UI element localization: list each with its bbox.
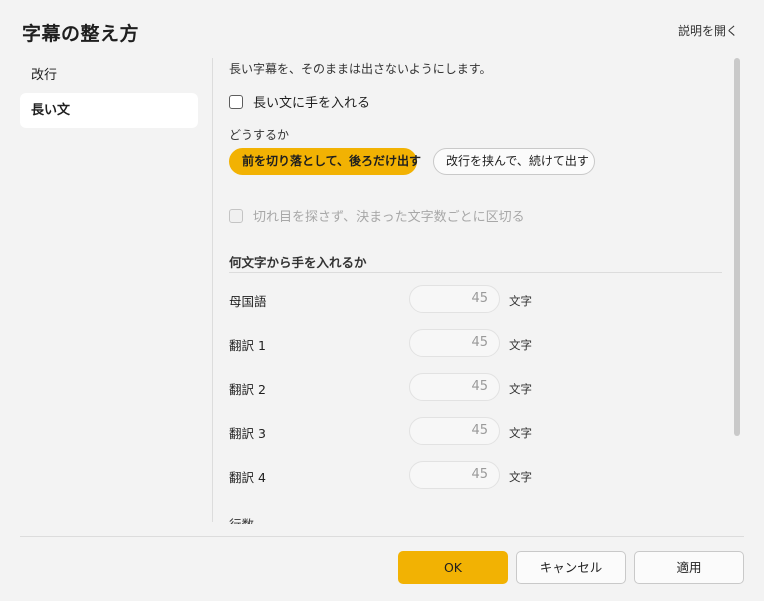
option-wrap-continue[interactable]: 改行を挟んで、続けて出す: [433, 148, 595, 175]
unit-label: 文字: [509, 470, 532, 484]
threshold-input-translation-2[interactable]: 45: [409, 373, 500, 401]
content-scrollbar[interactable]: [734, 58, 740, 436]
footer-divider: [20, 536, 744, 537]
apply-button[interactable]: 適用: [634, 551, 744, 584]
threshold-input-native[interactable]: 45: [409, 285, 500, 313]
option-trim-front[interactable]: 前を切り落として、後ろだけ出す: [229, 148, 421, 175]
unit-label: 文字: [509, 294, 532, 308]
threshold-row-label-translation-4: 翻訳 4: [229, 470, 266, 485]
method-label: どうするか: [229, 128, 290, 142]
unit-label: 文字: [509, 382, 532, 396]
sidebar-item-line-break[interactable]: 改行: [20, 58, 198, 93]
cancel-button[interactable]: キャンセル: [516, 551, 626, 584]
settings-panel: 長い字幕を、そのままは出さないようにします。 長い文に手を入れる どうするか 前…: [213, 58, 735, 524]
threshold-row-label-translation-2: 翻訳 2: [229, 382, 266, 397]
checkbox-box[interactable]: [229, 208, 243, 223]
threshold-input-translation-4[interactable]: 45: [409, 461, 500, 489]
sidebar-item-long-text[interactable]: 長い文: [20, 93, 198, 128]
unit-label: 文字: [509, 426, 532, 440]
line-count-heading: 行数: [229, 514, 254, 524]
threshold-row-label-translation-3: 翻訳 3: [229, 426, 266, 441]
unit-label: 文字: [509, 338, 532, 352]
fixed-split-label: 切れ目を探さず、決まった文字数ごとに区切る: [253, 210, 525, 225]
help-link[interactable]: 説明を開く: [678, 22, 738, 39]
threshold-row-label-translation-1: 翻訳 1: [229, 338, 266, 353]
threshold-input-translation-3[interactable]: 45: [409, 417, 500, 445]
section-description: 長い字幕を、そのままは出さないようにします。: [229, 62, 492, 76]
threshold-heading: 何文字から手を入れるか: [229, 255, 367, 270]
threshold-input-translation-1[interactable]: 45: [409, 329, 500, 357]
dialog-title: 字幕の整え方: [22, 23, 140, 45]
ok-button[interactable]: OK: [398, 551, 508, 584]
checkbox-box[interactable]: [229, 94, 243, 109]
fixed-split-checkbox[interactable]: 切れ目を探さず、決まった文字数ごとに区切る: [229, 206, 525, 225]
enable-long-text-label: 長い文に手を入れる: [253, 96, 371, 111]
enable-long-text-checkbox[interactable]: 長い文に手を入れる: [229, 92, 370, 111]
threshold-row-label-native: 母国語: [229, 294, 267, 309]
threshold-divider: [229, 272, 722, 273]
